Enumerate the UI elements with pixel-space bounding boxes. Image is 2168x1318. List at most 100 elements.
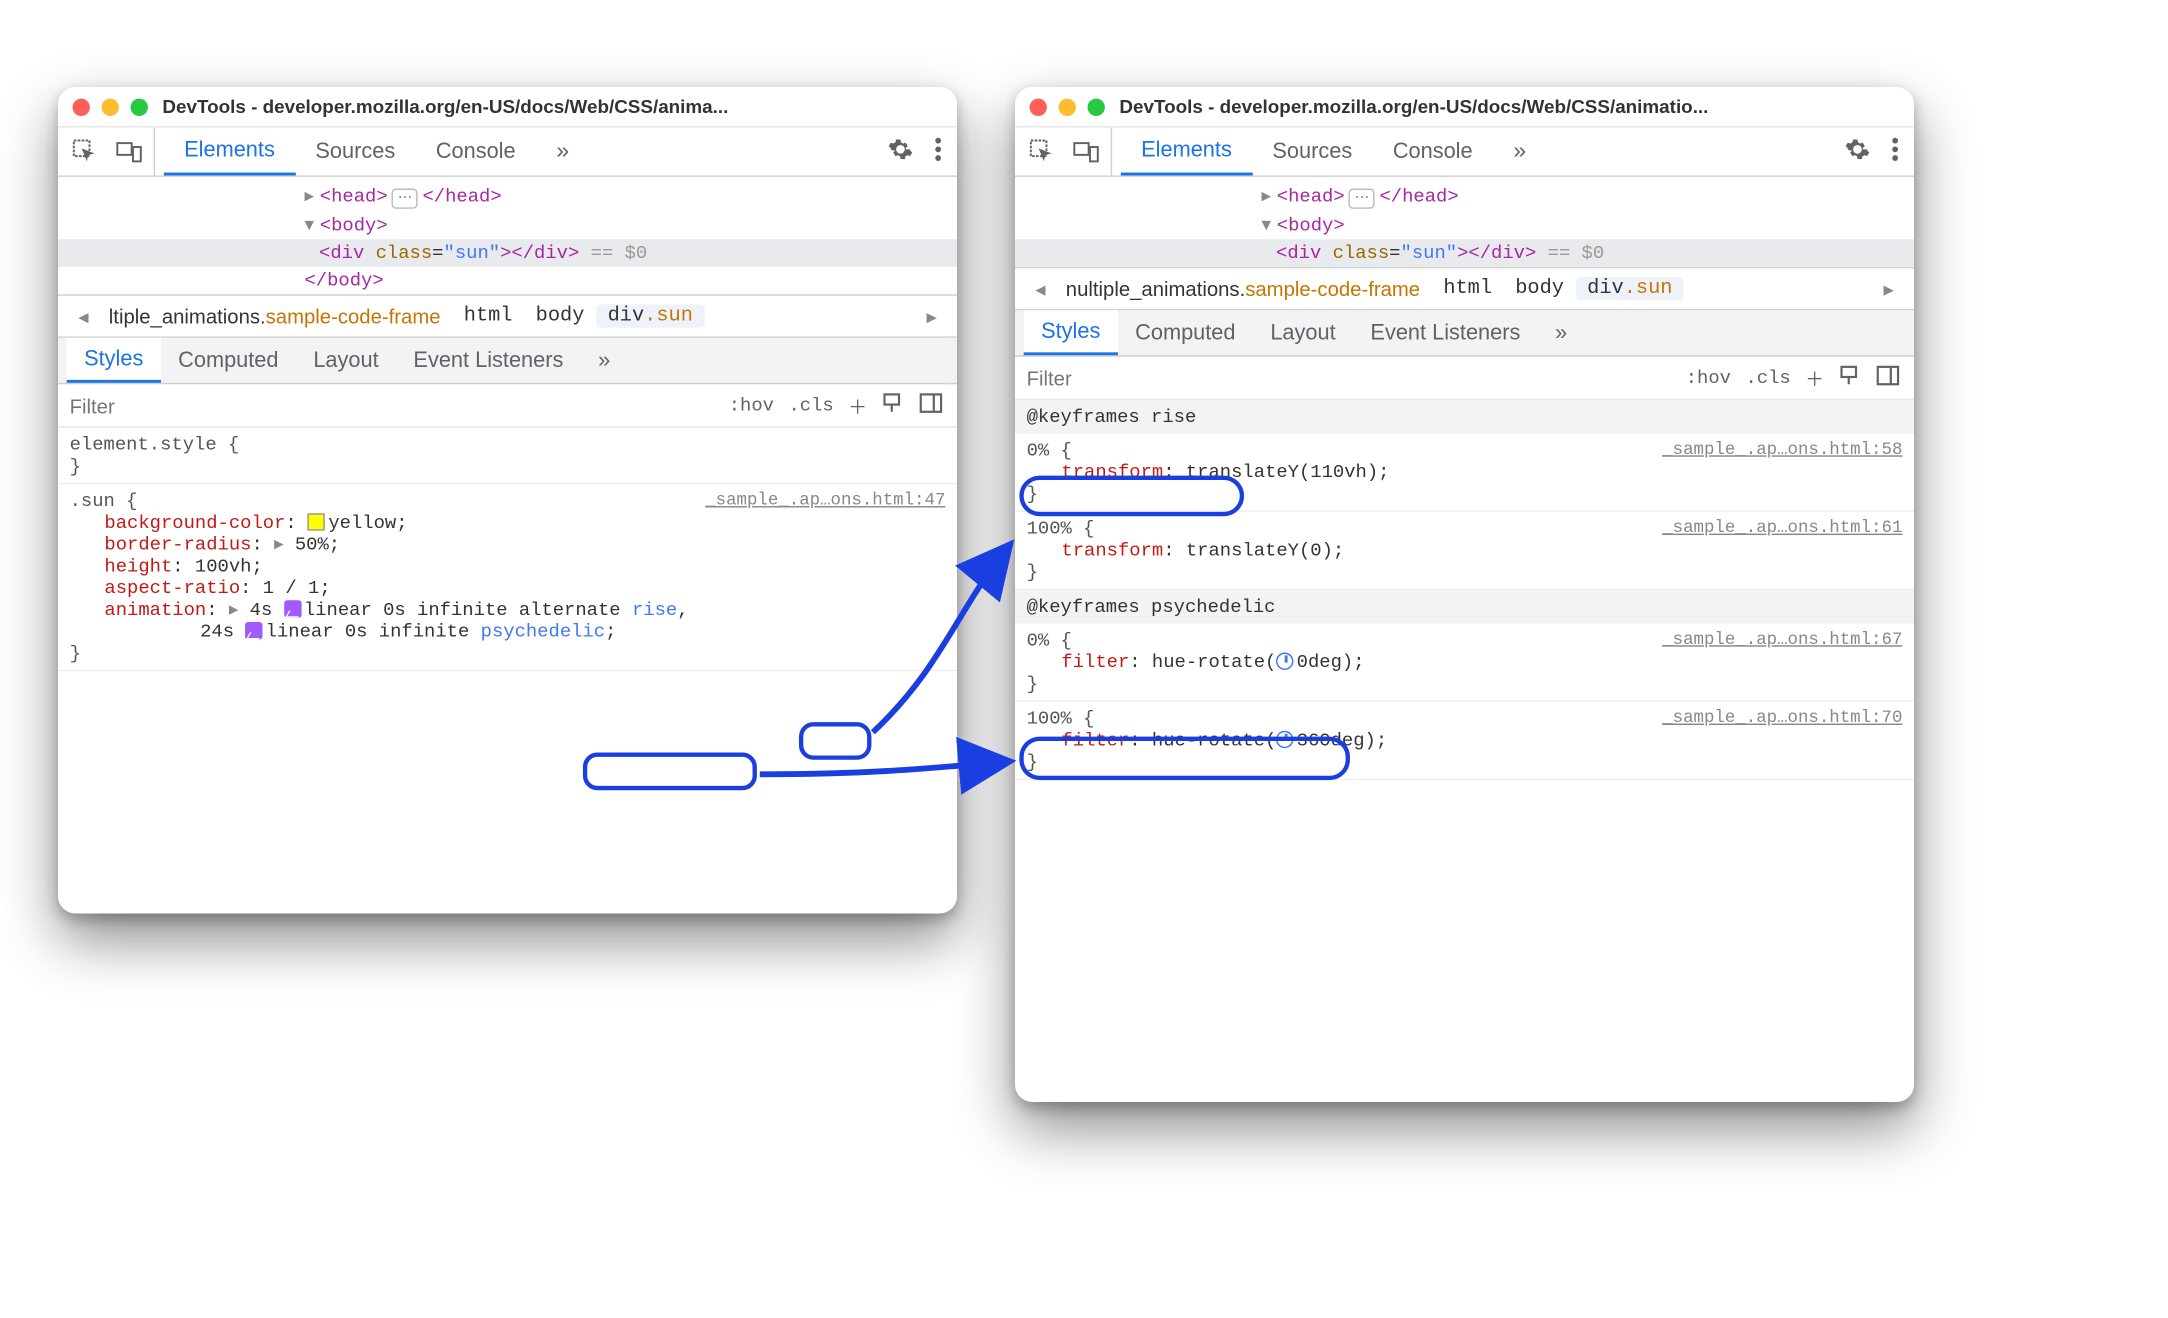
subtab-event-listeners[interactable]: Event Listeners xyxy=(1353,310,1538,355)
crumb-scroll-left-icon[interactable]: ◂ xyxy=(70,304,98,329)
dom-div-sun[interactable]: ⋯ <div class="sun"></div> == $0 xyxy=(1015,239,1914,267)
subtab-styles[interactable]: Styles xyxy=(67,338,161,383)
styles-paint-icon[interactable] xyxy=(1839,363,1862,392)
inspect-icon[interactable] xyxy=(1030,138,1056,164)
crumb-scroll-right-icon[interactable]: ▸ xyxy=(1875,276,1903,301)
new-rule-button[interactable]: ＋ xyxy=(848,392,867,420)
tab-console[interactable]: Console xyxy=(416,128,536,176)
dom-div-sun[interactable]: <div class="sun"></div> == $0 xyxy=(58,239,957,267)
traffic-lights[interactable] xyxy=(1030,98,1105,115)
crumb-body[interactable]: body xyxy=(524,305,596,328)
dom-body-open[interactable]: ▾<body> xyxy=(58,212,957,240)
tabbar: Elements Sources Console » xyxy=(58,128,957,177)
angle-editor-icon[interactable] xyxy=(1276,653,1293,670)
zoom-icon[interactable] xyxy=(131,98,148,115)
tabs-more-icon[interactable]: » xyxy=(536,128,590,176)
minimize-icon[interactable] xyxy=(1059,98,1076,115)
cls-toggle[interactable]: .cls xyxy=(1745,367,1790,389)
crumb-div-sun[interactable]: div.sun xyxy=(596,305,705,328)
styles-subtabs: Styles Computed Layout Event Listeners » xyxy=(58,338,957,384)
breadcrumb[interactable]: ◂ ltiple_animations.sample-code-frame ht… xyxy=(58,294,957,338)
dom-head[interactable]: ▸<head>⋯</head> xyxy=(58,183,957,212)
close-icon[interactable] xyxy=(1030,98,1047,115)
subtabs-more-icon[interactable]: » xyxy=(581,338,628,383)
toggle-sidebar-icon[interactable] xyxy=(919,391,942,420)
tab-sources[interactable]: Sources xyxy=(1252,128,1372,176)
filter-input[interactable] xyxy=(58,394,714,417)
angle-editor-icon[interactable] xyxy=(1276,731,1293,748)
titlebar: DevTools - developer.mozilla.org/en-US/d… xyxy=(1015,87,1914,128)
inspect-icon[interactable] xyxy=(73,138,99,164)
hov-toggle[interactable]: :hov xyxy=(1686,367,1731,389)
devtools-window-right: DevTools - developer.mozilla.org/en-US/d… xyxy=(1015,87,1914,1102)
crumb-html[interactable]: html xyxy=(452,305,524,328)
crumb-scroll-right-icon[interactable]: ▸ xyxy=(918,304,946,329)
dom-head[interactable]: ▸<head>⋯</head> xyxy=(1015,183,1914,212)
subtab-event-listeners[interactable]: Event Listeners xyxy=(396,338,581,383)
styles-subtabs: Styles Computed Layout Event Listeners » xyxy=(1015,310,1914,356)
kebab-menu-icon[interactable] xyxy=(934,136,943,166)
styles-paint-icon[interactable] xyxy=(882,391,905,420)
tab-elements[interactable]: Elements xyxy=(1121,128,1252,176)
subtab-layout[interactable]: Layout xyxy=(296,338,396,383)
new-rule-button[interactable]: ＋ xyxy=(1805,364,1824,392)
source-link[interactable]: _sample_.ap…ons.html:67 xyxy=(1662,629,1902,649)
keyframes-link-psychedelic[interactable]: psychedelic xyxy=(481,621,605,643)
crumb-html[interactable]: html xyxy=(1432,277,1504,300)
easing-editor-icon[interactable] xyxy=(284,600,301,617)
keyframe-rise-0[interactable]: _sample_.ap…ons.html:58 0% { transform: … xyxy=(1015,434,1914,512)
device-toggle-icon[interactable] xyxy=(1073,138,1099,164)
crumb-scroll-left-icon[interactable]: ◂ xyxy=(1027,276,1055,301)
dom-body-close[interactable]: </body> xyxy=(58,267,957,295)
filter-input[interactable] xyxy=(1015,366,1671,389)
cls-toggle[interactable]: .cls xyxy=(788,394,833,416)
crumb-frame[interactable]: ltiple_animations.sample-code-frame xyxy=(97,305,452,328)
easing-editor-icon[interactable] xyxy=(245,622,262,639)
source-link[interactable]: _sample_.ap…ons.html:61 xyxy=(1662,518,1902,538)
keyframe-psy-0[interactable]: _sample_.ap…ons.html:67 0% { filter: hue… xyxy=(1015,624,1914,702)
subtab-computed[interactable]: Computed xyxy=(161,338,296,383)
source-link[interactable]: _sample_.ap…ons.html:58 xyxy=(1662,439,1902,459)
keyframe-psy-100[interactable]: _sample_.ap…ons.html:70 100% { filter: h… xyxy=(1015,702,1914,780)
subtab-layout[interactable]: Layout xyxy=(1253,310,1353,355)
crumb-body[interactable]: body xyxy=(1504,277,1576,300)
dom-tree[interactable]: ▸<head>⋯</head> ▾<body> <div class="sun"… xyxy=(58,177,957,294)
tabs-more-icon[interactable]: » xyxy=(1493,128,1547,176)
crumb-div-sun[interactable]: div.sun xyxy=(1576,277,1685,300)
titlebar: DevTools - developer.mozilla.org/en-US/d… xyxy=(58,87,957,128)
styles-panel[interactable]: @keyframes rise _sample_.ap…ons.html:58 … xyxy=(1015,400,1914,780)
dom-body-open[interactable]: ▾<body> xyxy=(1015,212,1914,240)
toggle-sidebar-icon[interactable] xyxy=(1876,363,1899,392)
keyframes-header-rise[interactable]: @keyframes rise xyxy=(1015,400,1914,433)
source-link[interactable]: _sample_.ap…ons.html:70 xyxy=(1662,708,1902,728)
subtab-styles[interactable]: Styles xyxy=(1024,310,1118,355)
settings-gear-icon[interactable] xyxy=(887,136,913,166)
tabbar: Elements Sources Console » xyxy=(1015,128,1914,177)
device-toggle-icon[interactable] xyxy=(116,138,142,164)
keyframes-link-rise[interactable]: rise xyxy=(632,599,677,621)
crumb-frame[interactable]: nultiple_animations.sample-code-frame xyxy=(1054,277,1432,300)
tab-elements[interactable]: Elements xyxy=(164,128,295,176)
devtools-window-left: DevTools - developer.mozilla.org/en-US/d… xyxy=(58,87,957,914)
tab-sources[interactable]: Sources xyxy=(295,128,415,176)
filter-bar: :hov .cls ＋ xyxy=(1015,357,1914,401)
close-icon[interactable] xyxy=(73,98,90,115)
styles-panel[interactable]: element.style { } _sample_.ap…ons.html:4… xyxy=(58,428,957,672)
rule-element-style[interactable]: element.style { } xyxy=(58,428,957,485)
keyframe-rise-100[interactable]: _sample_.ap…ons.html:61 100% { transform… xyxy=(1015,512,1914,590)
color-swatch-icon[interactable] xyxy=(308,513,325,530)
breadcrumb[interactable]: ◂ nultiple_animations.sample-code-frame … xyxy=(1015,267,1914,311)
dom-tree[interactable]: ▸<head>⋯</head> ▾<body> ⋯ <div class="su… xyxy=(1015,177,1914,267)
keyframes-header-psychedelic[interactable]: @keyframes psychedelic xyxy=(1015,590,1914,623)
settings-gear-icon[interactable] xyxy=(1844,136,1870,166)
kebab-menu-icon[interactable] xyxy=(1891,136,1900,166)
hov-toggle[interactable]: :hov xyxy=(729,394,774,416)
zoom-icon[interactable] xyxy=(1088,98,1105,115)
traffic-lights[interactable] xyxy=(73,98,148,115)
minimize-icon[interactable] xyxy=(102,98,119,115)
subtabs-more-icon[interactable]: » xyxy=(1538,310,1585,355)
tab-console[interactable]: Console xyxy=(1373,128,1493,176)
source-link[interactable]: _sample_.ap…ons.html:47 xyxy=(705,490,945,510)
subtab-computed[interactable]: Computed xyxy=(1118,310,1253,355)
rule-sun[interactable]: _sample_.ap…ons.html:47 .sun { backgroun… xyxy=(58,484,957,671)
